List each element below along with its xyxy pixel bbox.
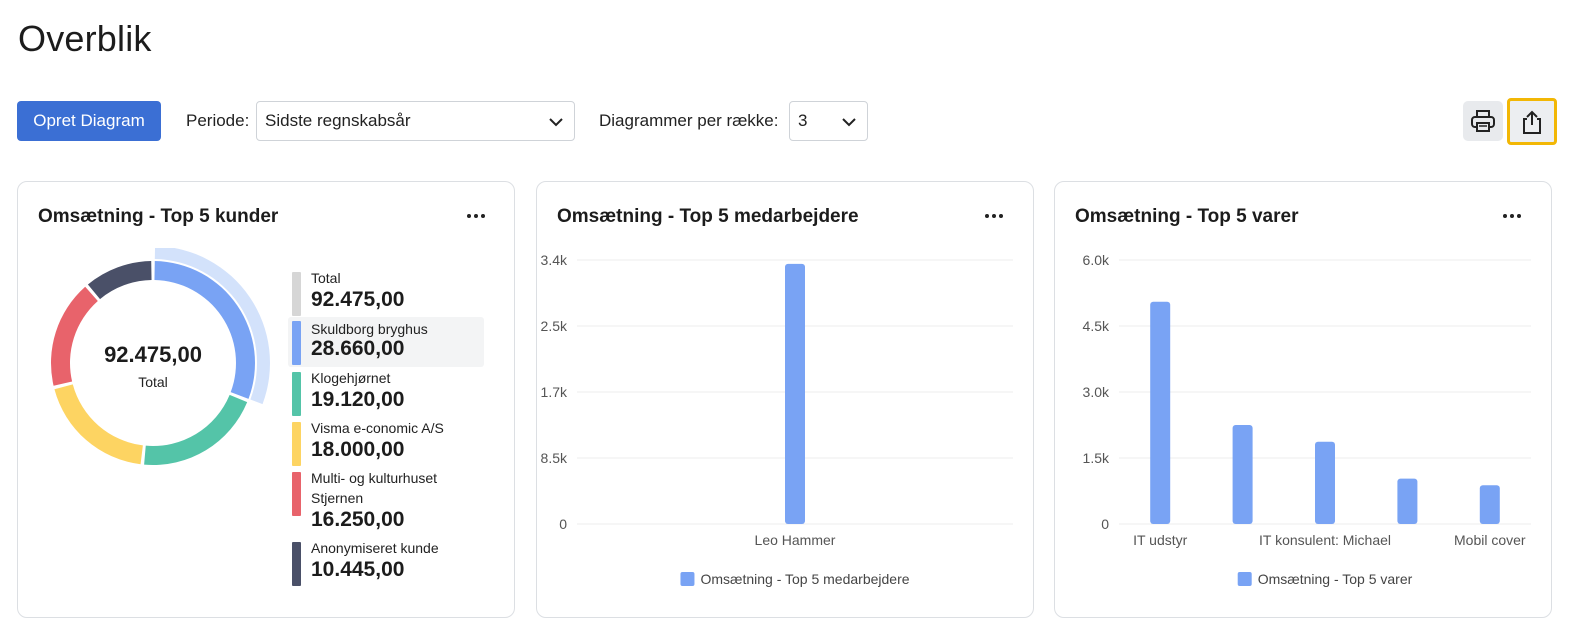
bar-chart: 0 1.5k 3.0k 4.5k 6.0k IT udstyr IT konsulent: … xyxy=(1083,252,1531,587)
legend-value: 19.120,00 xyxy=(311,388,405,411)
bar[interactable] xyxy=(785,263,805,524)
card-menu-button[interactable] xyxy=(461,204,491,228)
legend-swatch xyxy=(292,542,301,586)
card-title: Omsætning - Top 5 kunder xyxy=(38,206,279,227)
donut-slice[interactable] xyxy=(87,261,152,300)
toolbar: Opret Diagram Periode: Sidste regnskabså… xyxy=(17,98,1562,145)
legend-swatch xyxy=(1237,572,1252,586)
chevron-down-icon xyxy=(842,118,856,127)
y-tick-label: 3.4k xyxy=(541,252,568,268)
per-row-select[interactable]: 3 xyxy=(789,101,868,141)
bar[interactable] xyxy=(1479,485,1500,524)
legend-swatch xyxy=(292,472,301,516)
legend-label: Omsætning - Top 5 varer xyxy=(1258,571,1413,587)
card-top-employees: Omsætning - Top 5 medarbejdere 0 8.5k 1.7k… xyxy=(536,181,1034,618)
printer-icon xyxy=(1471,110,1495,132)
chart-legend[interactable]: Omsætning - Top 5 medarbejdere xyxy=(680,571,910,587)
period-label: Periode: xyxy=(186,111,250,130)
y-tick-label: 8.5k xyxy=(541,450,568,466)
per-row-select-value: 3 xyxy=(798,111,808,130)
legend-label: Anonymiseret kunde xyxy=(311,540,439,556)
more-horizontal-icon xyxy=(467,214,485,218)
period-select[interactable]: Sidste regnskabsår xyxy=(256,101,575,141)
legend-label: Skuldborg bryghus xyxy=(311,321,428,337)
per-row-label: Diagrammer per række: xyxy=(599,111,779,130)
legend-swatch xyxy=(292,422,301,466)
legend-value: 18.000,00 xyxy=(311,438,405,461)
legend-value: 10.445,00 xyxy=(311,558,405,581)
export-button[interactable] xyxy=(1507,98,1557,145)
legend-swatch xyxy=(292,321,301,365)
y-tick-label: 1.7k xyxy=(541,384,568,400)
bar[interactable] xyxy=(1315,441,1335,524)
share-export-icon xyxy=(1523,110,1541,134)
page-title: Overblik xyxy=(18,18,152,59)
create-chart-button[interactable]: Opret Diagram xyxy=(17,101,161,141)
legend-item-klogehjornet[interactable]: Klogehjørnet 19.120,00 xyxy=(288,368,484,418)
bar-chart: 0 8.5k 1.7k 2.5k 3.4k Leo Hammer Omsætning - T… xyxy=(541,252,1013,587)
donut-center-value: 92.475,00 xyxy=(104,342,202,367)
legend-label: Multi- og kulturhuset Stjernen xyxy=(311,470,438,506)
donut-slice[interactable] xyxy=(144,394,248,465)
legend-swatch xyxy=(680,572,695,586)
period-select-value: Sidste regnskabsår xyxy=(265,111,411,130)
bar[interactable] xyxy=(1232,425,1253,524)
chevron-down-icon xyxy=(549,118,563,127)
legend-value: 92.475,00 xyxy=(311,288,405,311)
legend-value: 28.660,00 xyxy=(311,337,405,360)
y-tick-label: 4.5k xyxy=(1083,318,1110,334)
x-tick-label: IT udstyr xyxy=(1133,532,1188,548)
bar[interactable] xyxy=(1397,478,1418,524)
legend-item-skuldborg-bryghus[interactable]: Skuldborg bryghus 28.660,00 xyxy=(288,317,484,367)
y-tick-label: 3.0k xyxy=(1083,384,1110,400)
legend-item-visma[interactable]: Visma e-conomic A/S 18.000,00 xyxy=(288,418,484,468)
legend-label: Total xyxy=(311,270,341,286)
print-button[interactable] xyxy=(1463,101,1503,141)
legend-item-total[interactable]: Total 92.475,00 xyxy=(288,268,484,316)
legend-swatch xyxy=(292,272,301,316)
x-tick-label: Mobil cover xyxy=(1454,532,1526,548)
x-tick-label: Leo Hammer xyxy=(755,532,836,548)
legend-value: 16.250,00 xyxy=(311,508,405,531)
y-tick-label: 2.5k xyxy=(541,318,568,334)
donut-chart xyxy=(51,248,270,465)
legend-swatch xyxy=(292,372,301,416)
y-tick-label: 0 xyxy=(559,516,567,532)
legend-item-anonymiseret-kunde[interactable]: Anonymiseret kunde 10.445,00 xyxy=(288,538,484,588)
legend-label: Visma e-conomic A/S xyxy=(311,420,444,436)
donut-slice[interactable] xyxy=(54,384,143,465)
card-top-products: Omsætning - Top 5 varer 0 1.5k 3.0k 4.5k 6.0… xyxy=(1054,181,1552,618)
bar[interactable] xyxy=(1150,301,1171,524)
legend-label: Klogehjørnet xyxy=(311,370,391,386)
x-tick-label: IT konsulent: Michael xyxy=(1259,532,1391,548)
donut-center-label: Total xyxy=(138,374,168,390)
y-tick-label: 1.5k xyxy=(1083,450,1110,466)
donut-slice[interactable] xyxy=(51,286,98,386)
chart-legend[interactable]: Omsætning - Top 5 varer xyxy=(1237,571,1413,587)
card-top-customers: Omsætning - Top 5 kunder 92.475,00 Total… xyxy=(17,181,515,618)
legend-item-multi-kulturhuset[interactable]: Multi- og kulturhuset Stjernen 16.250,00 xyxy=(288,468,484,531)
legend-label: Omsætning - Top 5 medarbejdere xyxy=(700,571,909,587)
y-tick-label: 6.0k xyxy=(1083,252,1110,268)
y-tick-label: 0 xyxy=(1101,516,1109,532)
